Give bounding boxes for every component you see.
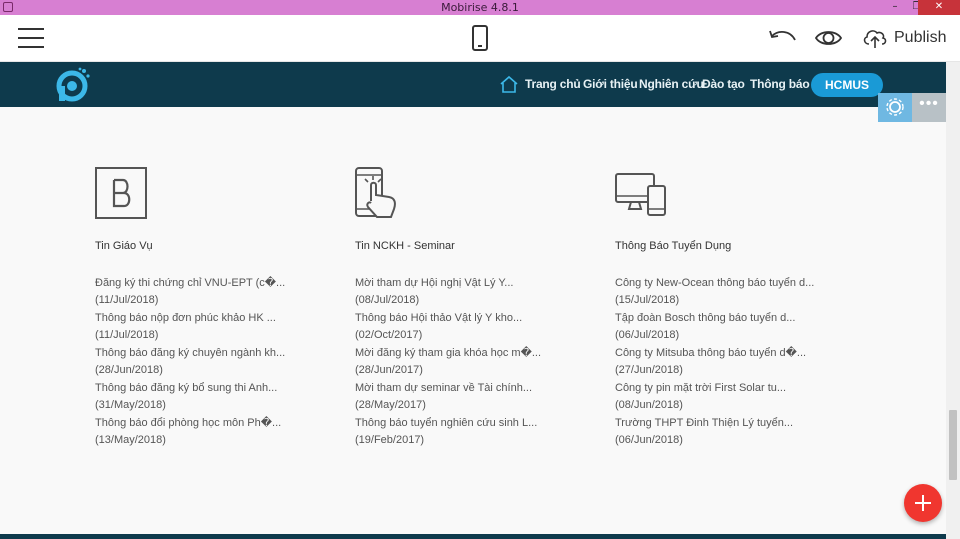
list-item[interactable]: Thông báo Hội thảo Vật lý Y kho... (02/Oc… <box>355 310 615 345</box>
b-letter-icon <box>95 167 147 219</box>
site-navbar: Trang chủ Giới thiệu Nghiên cứu Đào tạo … <box>0 62 946 107</box>
undo-icon[interactable] <box>768 28 798 48</box>
news-title[interactable]: Công ty Mitsuba thông báo tuyển d�... <box>615 345 875 362</box>
news-date: (28/Jun/2017) <box>355 364 423 376</box>
window-title: Mobirise 4.8.1 <box>441 1 519 14</box>
block-more-button[interactable]: ••• <box>912 93 946 122</box>
news-date: (11/Jul/2018) <box>95 294 159 306</box>
nav-item-about[interactable]: Giới thiệu <box>583 77 638 91</box>
news-date: (19/Feb/2017) <box>355 434 425 446</box>
list-item[interactable]: Đăng ký thi chứng chỉ VNU-EPT (c�... (11/… <box>95 275 355 310</box>
window-titlebar: Mobirise 4.8.1 – ❐ ✕ <box>0 0 960 15</box>
editor-toolbar: Publish <box>0 15 960 62</box>
gear-icon <box>886 98 904 116</box>
news-date: (28/Jun/2018) <box>95 364 163 376</box>
news-title[interactable]: Mời tham dự Hội nghị Vật Lý Y... <box>355 275 615 292</box>
nav-item-training[interactable]: Đào tạo <box>702 77 745 91</box>
news-date: (28/May/2017) <box>355 399 426 411</box>
news-date: (02/Oct/2017) <box>355 329 423 341</box>
mobile-preview-icon[interactable] <box>472 25 488 51</box>
news-title[interactable]: Đăng ký thi chứng chỉ VNU-EPT (c�... <box>95 275 355 292</box>
list-item[interactable]: Mời tham dự Hội nghị Vật Lý Y... (08/Jul/… <box>355 275 615 310</box>
preview-eye-icon[interactable] <box>815 28 842 48</box>
site-logo[interactable] <box>55 67 91 103</box>
column-title: Tin NCKH - Seminar <box>355 240 455 252</box>
news-title[interactable]: Thông báo tuyển nghiên cứu sinh L... <box>355 415 615 432</box>
nav-item-home[interactable]: Trang chủ <box>525 77 581 91</box>
news-title[interactable]: Công ty New-Ocean thông báo tuyển d... <box>615 275 875 292</box>
news-title[interactable]: Trường THPT Đinh Thiện Lý tuyển... <box>615 415 875 432</box>
publish-button[interactable]: Publish <box>894 29 946 47</box>
column-title: Thông Báo Tuyển Dụng <box>615 240 732 252</box>
news-list: Mời tham dự Hội nghị Vật Lý Y... (08/Jul/… <box>355 275 615 450</box>
devices-icon <box>615 173 666 216</box>
list-item[interactable]: Thông báo đăng ký chuyên ngành kh... (28/… <box>95 345 355 380</box>
list-item[interactable]: Thông báo đổi phòng học môn Ph�... (13/Ma… <box>95 415 355 450</box>
news-title[interactable]: Thông báo đổi phòng học môn Ph�... <box>95 415 355 432</box>
list-item[interactable]: Công ty Mitsuba thông báo tuyển d�... (27… <box>615 345 875 380</box>
touch-phone-icon <box>355 167 396 218</box>
nav-item-research[interactable]: Nghiên cứu <box>639 77 704 91</box>
list-item[interactable]: Mời đăng ký tham gia khóa học m�... (28/J… <box>355 345 615 380</box>
list-item[interactable]: Thông báo tuyển nghiên cứu sinh L... (19/… <box>355 415 615 450</box>
news-title[interactable]: Mời tham dự seminar về Tài chính... <box>355 380 615 397</box>
list-item[interactable]: Mời tham dự seminar về Tài chính... (28/M… <box>355 380 615 415</box>
news-list: Công ty New-Ocean thông báo tuyển d... (1… <box>615 275 875 450</box>
hcmus-button[interactable]: HCMUS <box>811 73 883 97</box>
news-date: (08/Jun/2018) <box>615 399 683 411</box>
scrollbar[interactable] <box>946 62 960 539</box>
block-settings-button[interactable] <box>878 93 912 122</box>
news-date: (06/Jun/2018) <box>615 434 683 446</box>
close-button[interactable]: ✕ <box>918 0 960 15</box>
scrollbar-thumb[interactable] <box>949 410 957 480</box>
news-title[interactable]: Thông báo đăng ký bổ sung thi Anh... <box>95 380 355 397</box>
list-item[interactable]: Thông báo đăng ký bổ sung thi Anh... (31/… <box>95 380 355 415</box>
news-date: (11/Jul/2018) <box>95 329 159 341</box>
news-title[interactable]: Công ty pin mặt trời First Solar tu... <box>615 380 875 397</box>
news-title[interactable]: Tập đoàn Bosch thông báo tuyển d... <box>615 310 875 327</box>
news-title[interactable]: Mời đăng ký tham gia khóa học m�... <box>355 345 615 362</box>
news-title[interactable]: Thông báo đăng ký chuyên ngành kh... <box>95 345 355 362</box>
list-item[interactable]: Công ty New-Ocean thông báo tuyển d... (1… <box>615 275 875 310</box>
home-icon[interactable] <box>499 75 519 93</box>
news-date: (13/May/2018) <box>95 434 166 446</box>
column-title: Tin Giáo Vụ <box>95 240 153 252</box>
list-item[interactable]: Công ty pin mặt trời First Solar tu... (0… <box>615 380 875 415</box>
news-section: Tin Giáo Vụ Đăng ký thi chứng chỉ VNU-EP… <box>0 107 946 535</box>
news-date: (31/May/2018) <box>95 399 166 411</box>
menu-icon[interactable] <box>18 28 44 48</box>
list-item[interactable]: Thông báo nộp đơn phúc khảo HK ... (11/Ju… <box>95 310 355 345</box>
news-date: (06/Jul/2018) <box>615 329 680 341</box>
news-title[interactable]: Thông báo nộp đơn phúc khảo HK ... <box>95 310 355 327</box>
next-block-edge <box>0 534 946 539</box>
list-item[interactable]: Trường THPT Đinh Thiện Lý tuyển... (06/Ju… <box>615 415 875 450</box>
cloud-upload-icon[interactable] <box>862 27 888 49</box>
nav-item-notices[interactable]: Thông báo <box>750 77 810 91</box>
news-date: (27/Jun/2018) <box>615 364 683 376</box>
news-date: (08/Jul/2018) <box>355 294 420 306</box>
add-block-button[interactable] <box>904 484 942 522</box>
news-title[interactable]: Thông báo Hội thảo Vật lý Y kho... <box>355 310 615 327</box>
news-date: (15/Jul/2018) <box>615 294 680 306</box>
list-item[interactable]: Tập đoàn Bosch thông báo tuyển d... (06/J… <box>615 310 875 345</box>
news-list: Đăng ký thi chứng chỉ VNU-EPT (c�... (11/… <box>95 275 355 450</box>
